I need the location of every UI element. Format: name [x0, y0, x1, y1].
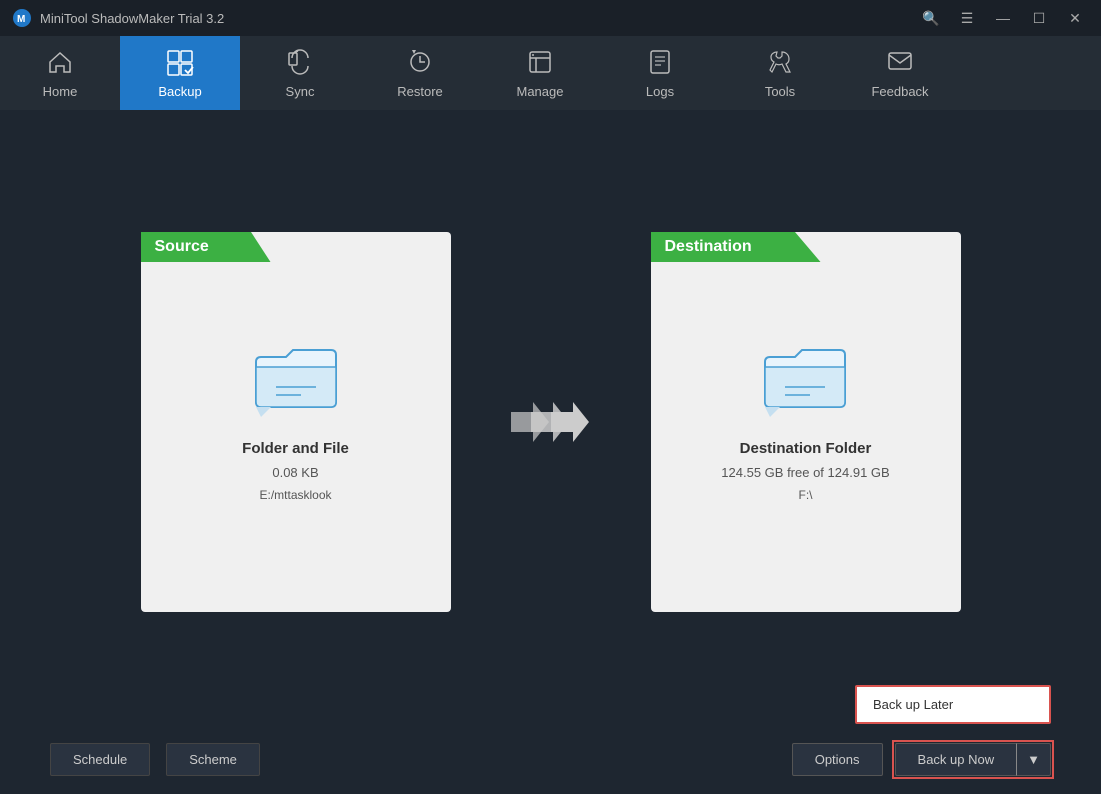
app-logo-icon: M — [12, 8, 32, 28]
home-icon — [46, 48, 74, 80]
destination-title: Destination Folder — [740, 440, 872, 457]
tools-label: Tools — [765, 84, 795, 99]
backup-dropdown-menu: Back up Later — [855, 685, 1051, 724]
source-size: 0.08 KB — [272, 465, 318, 480]
backup-dropdown-button[interactable]: ▼ — [1016, 743, 1051, 776]
options-button[interactable]: Options — [792, 743, 883, 776]
sidebar-item-tools[interactable]: Tools — [720, 36, 840, 110]
minimize-button[interactable]: — — [989, 7, 1017, 29]
backup-later-item[interactable]: Back up Later — [857, 687, 1049, 722]
backup-now-group: Back up Now ▼ — [895, 743, 1051, 776]
sync-icon — [286, 48, 314, 80]
destination-header: Destination — [651, 232, 821, 262]
maximize-button[interactable]: ☐ — [1025, 7, 1053, 29]
menu-button[interactable]: ☰ — [953, 7, 981, 29]
bottom-right-controls: Options Back up Now ▼ Back up Later — [792, 743, 1051, 776]
search-button[interactable]: 🔍 — [917, 7, 945, 29]
schedule-button[interactable]: Schedule — [50, 743, 150, 776]
restore-label: Restore — [397, 84, 443, 99]
close-button[interactable]: ✕ — [1061, 7, 1089, 29]
destination-free: 124.55 GB free of 124.91 GB — [721, 465, 889, 480]
bottom-left-controls: Schedule Scheme — [50, 743, 260, 776]
destination-folder-icon — [760, 342, 850, 422]
sidebar-item-feedback[interactable]: Feedback — [840, 36, 960, 110]
main-content: Source Folder and File 0.08 KB E:/mttask… — [0, 110, 1101, 724]
backup-label: Backup — [158, 84, 201, 99]
source-card[interactable]: Source Folder and File 0.08 KB E:/mttask… — [141, 232, 451, 612]
manage-label: Manage — [517, 84, 564, 99]
svg-text:M: M — [17, 14, 25, 25]
source-body: Folder and File 0.08 KB E:/mttasklook — [242, 342, 349, 502]
sidebar-item-manage[interactable]: Manage — [480, 36, 600, 110]
app-title: MiniTool ShadowMaker Trial 3.2 — [40, 11, 224, 26]
manage-icon — [526, 48, 554, 80]
destination-card[interactable]: Destination Destination Folder 124.55 GB… — [651, 232, 961, 612]
nav-bar: Home Backup Sync — [0, 36, 1101, 110]
logs-icon — [646, 48, 674, 80]
sidebar-item-restore[interactable]: Restore — [360, 36, 480, 110]
sidebar-item-backup[interactable]: Backup — [120, 36, 240, 110]
bottom-bar: Schedule Scheme Options Back up Now ▼ Ba… — [0, 724, 1101, 794]
title-bar-controls: 🔍 ☰ — ☐ ✕ — [917, 7, 1089, 29]
sync-label: Sync — [286, 84, 315, 99]
title-bar: M MiniTool ShadowMaker Trial 3.2 🔍 ☰ — ☐… — [0, 0, 1101, 36]
restore-icon — [406, 48, 434, 80]
source-header: Source — [141, 232, 271, 262]
source-path: E:/mttasklook — [259, 488, 331, 502]
logs-label: Logs — [646, 84, 674, 99]
backup-icon — [165, 48, 195, 80]
destination-body: Destination Folder 124.55 GB free of 124… — [721, 342, 889, 502]
feedback-label: Feedback — [871, 84, 928, 99]
title-bar-left: M MiniTool ShadowMaker Trial 3.2 — [12, 8, 224, 28]
tools-icon — [766, 48, 794, 80]
home-label: Home — [43, 84, 78, 99]
backup-now-button[interactable]: Back up Now — [895, 743, 1017, 776]
sidebar-item-logs[interactable]: Logs — [600, 36, 720, 110]
sidebar-item-home[interactable]: Home — [0, 36, 120, 110]
source-title: Folder and File — [242, 440, 349, 457]
feedback-icon — [886, 48, 914, 80]
source-folder-icon — [251, 342, 341, 422]
scheme-button[interactable]: Scheme — [166, 743, 260, 776]
destination-path: F:\ — [798, 488, 812, 502]
arrow-indicator — [511, 402, 591, 442]
sidebar-item-sync[interactable]: Sync — [240, 36, 360, 110]
